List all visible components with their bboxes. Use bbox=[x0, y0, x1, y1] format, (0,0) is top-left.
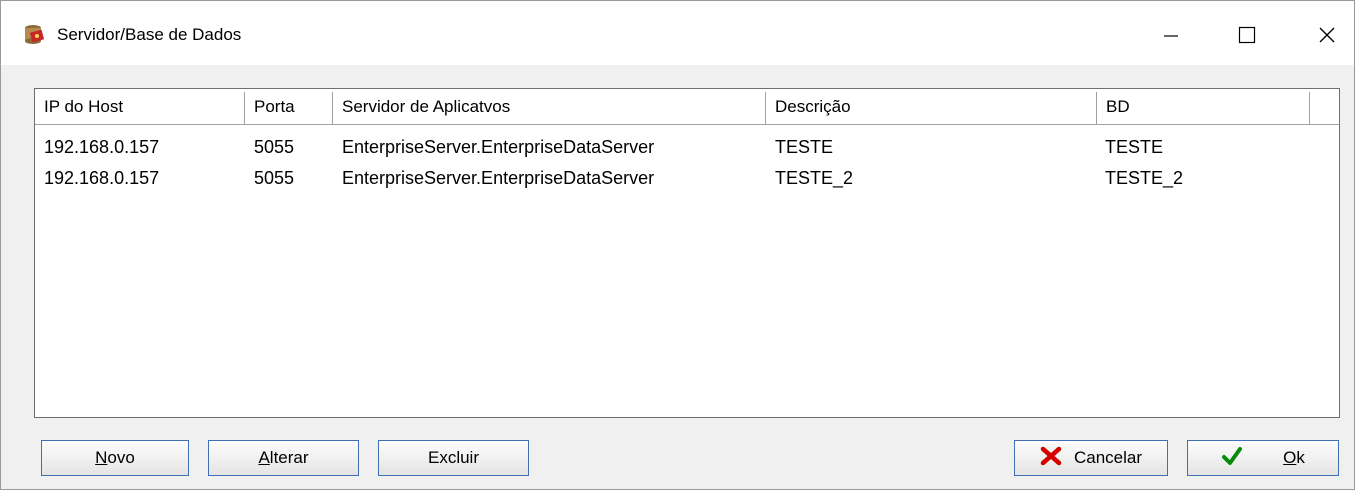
close-button[interactable] bbox=[1304, 15, 1350, 55]
cell-ip-host: 192.168.0.157 bbox=[44, 137, 160, 157]
list-item[interactable]: 192.168.0.157 5055 EnterpriseServer.Ente… bbox=[35, 168, 1339, 199]
cancelar-label: Cancelar bbox=[1073, 448, 1143, 467]
cell-porta: 5055 bbox=[254, 168, 295, 188]
cell-ip-host: 192.168.0.157 bbox=[44, 168, 160, 188]
cell-descricao: TESTE_2 bbox=[775, 168, 854, 188]
cell-descricao: TESTE bbox=[775, 137, 834, 157]
ok-label: Ok bbox=[1283, 448, 1305, 467]
column-header-filler bbox=[1310, 92, 1339, 125]
column-header-porta[interactable]: Porta bbox=[245, 92, 333, 125]
alterar-button[interactable]: Alterar bbox=[208, 440, 359, 476]
maximize-button[interactable] bbox=[1224, 15, 1270, 55]
list-header: IP do Host Porta Servidor de Aplicatvos … bbox=[35, 89, 1339, 126]
novo-button[interactable]: Novo bbox=[41, 440, 189, 476]
green-check-icon bbox=[1221, 446, 1243, 471]
window-title: Servidor/Base de Dados bbox=[57, 25, 242, 44]
excluir-label: Excluir bbox=[427, 448, 479, 467]
server-list[interactable]: IP do Host Porta Servidor de Aplicatvos … bbox=[34, 88, 1340, 418]
column-header-descricao[interactable]: Descrição bbox=[766, 92, 1097, 125]
ok-button[interactable]: Ok bbox=[1187, 440, 1339, 476]
database-server-icon bbox=[21, 23, 45, 47]
alterar-label: Alterar bbox=[258, 448, 309, 467]
cell-porta: 5055 bbox=[254, 137, 295, 157]
title-bar: Servidor/Base de Dados bbox=[1, 1, 1354, 65]
maximize-icon bbox=[1238, 26, 1256, 44]
red-x-icon bbox=[1040, 446, 1062, 471]
minimize-icon bbox=[1164, 35, 1178, 37]
novo-label: Novo bbox=[95, 448, 135, 467]
minimize-button[interactable] bbox=[1148, 15, 1194, 55]
cell-servidor: EnterpriseServer.EnterpriseDataServer bbox=[342, 168, 655, 188]
cell-bd: TESTE bbox=[1105, 137, 1164, 157]
column-header-ip-host[interactable]: IP do Host bbox=[35, 92, 245, 125]
close-icon bbox=[1319, 27, 1335, 43]
cancelar-button[interactable]: Cancelar bbox=[1014, 440, 1168, 476]
cell-bd: TESTE_2 bbox=[1105, 168, 1184, 188]
excluir-button[interactable]: Excluir bbox=[378, 440, 529, 476]
column-header-bd[interactable]: BD bbox=[1097, 92, 1310, 125]
list-item[interactable]: 192.168.0.157 5055 EnterpriseServer.Ente… bbox=[35, 137, 1339, 168]
column-header-servidor[interactable]: Servidor de Aplicatvos bbox=[333, 92, 766, 125]
dialog-window: Servidor/Base de Dados IP do Host Porta … bbox=[0, 0, 1355, 490]
cell-servidor: EnterpriseServer.EnterpriseDataServer bbox=[342, 137, 655, 157]
